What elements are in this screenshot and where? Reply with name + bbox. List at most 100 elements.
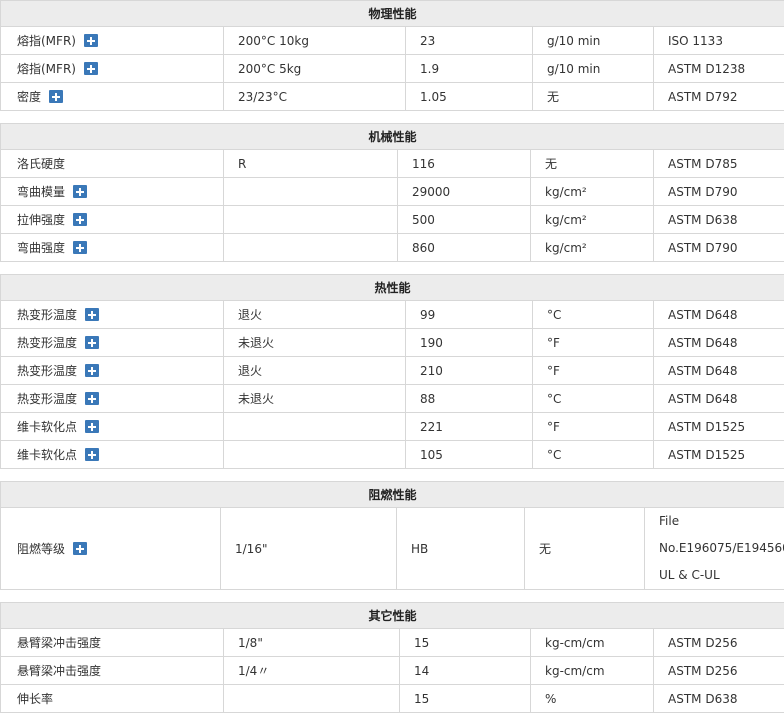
test-method: ASTM D648	[654, 301, 784, 329]
value: 210	[406, 357, 533, 385]
condition	[224, 206, 398, 234]
property-name: 密度	[1, 83, 224, 111]
section-title: 机械性能	[1, 124, 784, 150]
property-name: 弯曲强度	[1, 234, 224, 262]
condition: 200°C 5kg	[224, 55, 406, 83]
plus-icon[interactable]	[73, 185, 87, 198]
property-name: 阻燃等级	[1, 508, 221, 590]
table-row: 弯曲模量 29000 kg/cm² ASTM D790	[1, 178, 784, 206]
plus-icon[interactable]	[85, 392, 99, 405]
unit: g/10 min	[533, 27, 654, 55]
plus-icon[interactable]	[49, 90, 63, 103]
table-row: 悬臂梁冲击强度 1/4〃 14 kg-cm/cm ASTM D256	[1, 657, 784, 685]
table-row: 热变形温度 退火 210 °F ASTM D648	[1, 357, 784, 385]
unit: 无	[531, 150, 654, 178]
section-title: 其它性能	[1, 603, 784, 629]
property-name: 熔指(MFR)	[1, 55, 224, 83]
condition	[224, 441, 406, 469]
section-title: 热性能	[1, 275, 784, 301]
table-row: 热变形温度 未退火 190 °F ASTM D648	[1, 329, 784, 357]
plus-icon[interactable]	[73, 542, 87, 555]
plus-icon[interactable]	[85, 420, 99, 433]
value: 29000	[398, 178, 531, 206]
property-name: 熔指(MFR)	[1, 27, 224, 55]
plus-icon[interactable]	[73, 241, 87, 254]
unit: °F	[533, 357, 654, 385]
test-method: ASTM D256	[654, 657, 784, 685]
unit: °F	[533, 329, 654, 357]
value: 14	[400, 657, 531, 685]
section-flame-retardancy: 阻燃性能 阻燃等级 1/16" HB 无 File No.E196075/E19…	[0, 481, 784, 590]
property-name: 热变形温度	[1, 329, 224, 357]
plus-icon[interactable]	[85, 364, 99, 377]
test-method: ASTM D1525	[654, 441, 784, 469]
test-method: ASTM D790	[654, 178, 784, 206]
plus-icon[interactable]	[84, 34, 98, 47]
condition: 23/23°C	[224, 83, 406, 111]
section-physical: 物理性能 熔指(MFR) 200°C 10kg 23 g/10 min ISO …	[0, 0, 784, 111]
value: 1.9	[406, 55, 533, 83]
test-method: ASTM D1525	[654, 413, 784, 441]
condition	[224, 685, 400, 713]
value: 105	[406, 441, 533, 469]
unit: kg/cm²	[531, 234, 654, 262]
test-method: ASTM D638	[654, 685, 784, 713]
value: HB	[397, 508, 525, 590]
test-method: ASTM D792	[654, 83, 784, 111]
unit: °F	[533, 413, 654, 441]
test-method: ASTM D648	[654, 385, 784, 413]
value: 500	[398, 206, 531, 234]
table-row: 阻燃等级 1/16" HB 无 File No.E196075/E194560 …	[1, 508, 784, 590]
test-method: ASTM D648	[654, 357, 784, 385]
plus-icon[interactable]	[85, 448, 99, 461]
condition: 退火	[224, 357, 406, 385]
unit: %	[531, 685, 654, 713]
value: 88	[406, 385, 533, 413]
property-name: 热变形温度	[1, 301, 224, 329]
table-row: 热变形温度 退火 99 °C ASTM D648	[1, 301, 784, 329]
value: 190	[406, 329, 533, 357]
unit: 无	[525, 508, 645, 590]
property-name: 维卡软化点	[1, 441, 224, 469]
unit: g/10 min	[533, 55, 654, 83]
table-row: 热变形温度 未退火 88 °C ASTM D648	[1, 385, 784, 413]
test-method: ASTM D256	[654, 629, 784, 657]
condition: 未退火	[224, 329, 406, 357]
value: 860	[398, 234, 531, 262]
condition: R	[224, 150, 398, 178]
condition: 退火	[224, 301, 406, 329]
value: 15	[400, 685, 531, 713]
test-method: File No.E196075/E194560 UL & C-UL	[645, 508, 784, 590]
condition: 1/8"	[224, 629, 400, 657]
table-row: 熔指(MFR) 200°C 10kg 23 g/10 min ISO 1133	[1, 27, 784, 55]
unit: kg-cm/cm	[531, 629, 654, 657]
plus-icon[interactable]	[73, 213, 87, 226]
test-method: ASTM D790	[654, 234, 784, 262]
unit: kg/cm²	[531, 178, 654, 206]
table-row: 维卡软化点 105 °C ASTM D1525	[1, 441, 784, 469]
test-method: ASTM D638	[654, 206, 784, 234]
condition	[224, 413, 406, 441]
plus-icon[interactable]	[84, 62, 98, 75]
unit: °C	[533, 301, 654, 329]
table-row: 悬臂梁冲击强度 1/8" 15 kg-cm/cm ASTM D256	[1, 629, 784, 657]
test-method: ASTM D648	[654, 329, 784, 357]
value: 116	[398, 150, 531, 178]
table-row: 熔指(MFR) 200°C 5kg 1.9 g/10 min ASTM D123…	[1, 55, 784, 83]
value: 1.05	[406, 83, 533, 111]
section-thermal: 热性能 热变形温度 退火 99 °C ASTM D648 热变形温度 未退火 1…	[0, 274, 784, 469]
condition: 未退火	[224, 385, 406, 413]
property-name: 弯曲模量	[1, 178, 224, 206]
value: 221	[406, 413, 533, 441]
test-method: ASTM D785	[654, 150, 784, 178]
value: 99	[406, 301, 533, 329]
plus-icon[interactable]	[85, 308, 99, 321]
table-row: 维卡软化点 221 °F ASTM D1525	[1, 413, 784, 441]
unit: kg/cm²	[531, 206, 654, 234]
property-name: 伸长率	[1, 685, 224, 713]
section-mechanical: 机械性能 洛氏硬度 R 116 无 ASTM D785 弯曲模量 29000 k…	[0, 123, 784, 262]
plus-icon[interactable]	[85, 336, 99, 349]
condition: 200°C 10kg	[224, 27, 406, 55]
table-row: 密度 23/23°C 1.05 无 ASTM D792	[1, 83, 784, 111]
property-name: 维卡软化点	[1, 413, 224, 441]
